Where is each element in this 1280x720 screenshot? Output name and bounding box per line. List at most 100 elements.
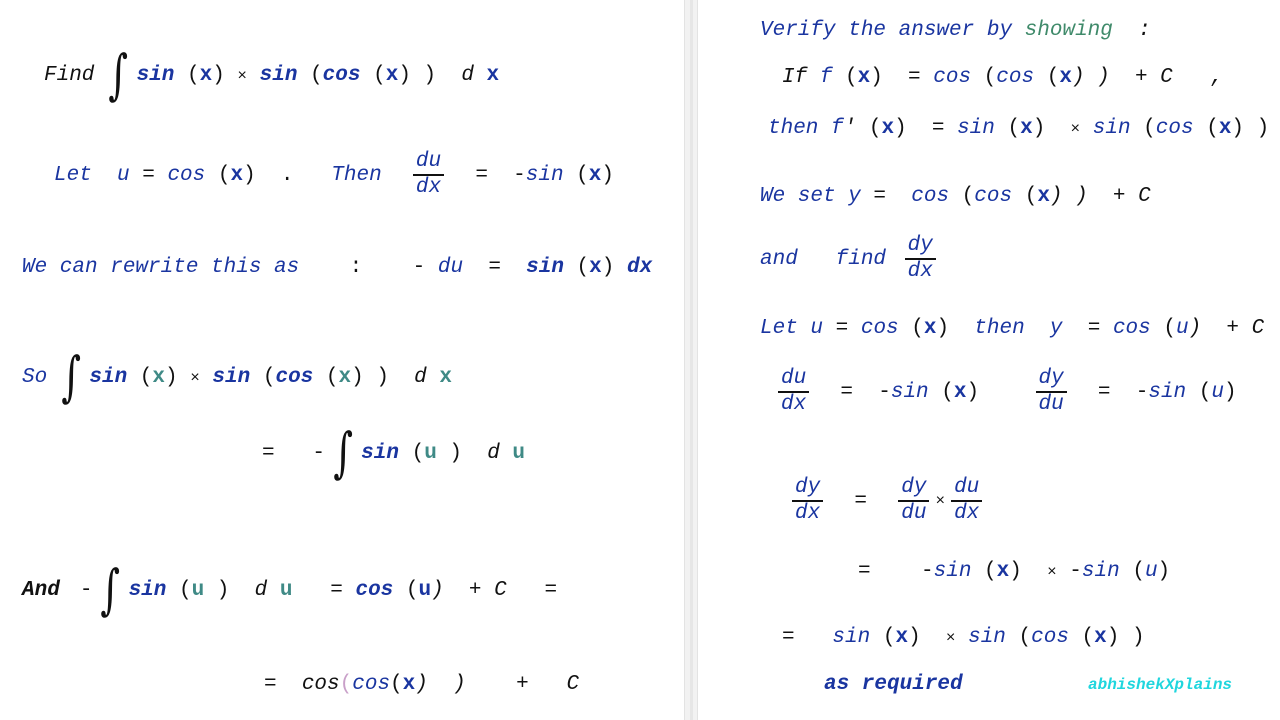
math-token: ( <box>949 185 975 208</box>
math-token: : <box>1112 19 1151 42</box>
math-token: x <box>1218 117 1232 140</box>
math-token: u <box>117 163 130 187</box>
math-token: cos <box>860 317 899 340</box>
set-y-expression: We set y = cos (cos (x) ) + C <box>760 186 1151 207</box>
math-token: ( <box>1130 117 1156 140</box>
math-token: × <box>1047 563 1057 581</box>
math-token: sin <box>957 117 995 140</box>
math-token: ( <box>205 163 231 187</box>
math-token: x <box>402 673 416 696</box>
math-token: ( <box>1193 117 1219 140</box>
math-token: ) <box>601 256 627 279</box>
math-token: sin <box>128 578 167 602</box>
if-expression: If f (x) = cos (cos (x) ) + C , <box>782 67 1223 88</box>
as-required-line: as required <box>824 674 963 695</box>
math-token: x <box>857 66 871 89</box>
let-u-line: Let u = cos (x) then y = cos (u) + C <box>760 318 1264 339</box>
math-token: ( <box>563 163 589 187</box>
math-token: u <box>810 317 824 340</box>
chain-rule-line: dy dx = dy du × du dx <box>786 476 988 526</box>
as-required-text: as required <box>824 673 963 696</box>
math-token: - <box>412 256 438 279</box>
math-token: ) <box>1009 560 1048 583</box>
math-token: ( <box>928 380 954 404</box>
minus-sign: - <box>79 578 93 602</box>
pane-divider[interactable] <box>684 0 698 720</box>
math-token: ( <box>994 117 1021 140</box>
math-token: cos <box>996 66 1035 89</box>
du-dx-fraction: du dx <box>951 476 983 526</box>
integrand-expression: sin (x) × sin (cos (x) ) d x <box>137 65 500 86</box>
math-token: d <box>414 365 427 389</box>
integral-sign-icon: ∫ <box>108 43 129 106</box>
math-token: cos <box>275 365 314 389</box>
math-token: ( <box>313 365 339 389</box>
math-token: x <box>338 365 352 389</box>
math-token: x <box>230 163 244 187</box>
math-token: ( <box>870 626 896 649</box>
math-token: cos <box>911 185 950 208</box>
dy-du-result: = -sin (u) <box>1073 382 1237 403</box>
then-line: then f' (x) = sin (x) × sin (cos (x) ) <box>768 118 1269 139</box>
math-token: sin <box>890 380 929 404</box>
math-token: sin <box>136 63 175 87</box>
math-token: ( <box>1150 317 1176 340</box>
integral-sign-icon: ∫ <box>333 421 353 484</box>
math-token: ) . <box>243 163 332 187</box>
math-token: then <box>768 117 832 140</box>
substitution-text: Let u = cos (x) . Then <box>54 165 407 186</box>
result-line: = cos(cos(x) ) + C <box>264 674 579 695</box>
derivative-result: = -sin (x) <box>450 165 614 186</box>
times-sign: × <box>935 492 946 511</box>
math-token: ) ) <box>351 365 415 389</box>
math-token: = <box>1062 317 1113 340</box>
math-token: ) ) + C <box>1049 185 1151 208</box>
math-token: sin <box>247 63 298 87</box>
math-token: ( <box>250 365 276 389</box>
product-expression: = -sin (x) × -sin (u) <box>858 561 1170 582</box>
math-token: ) <box>601 163 615 187</box>
math-token: cos <box>933 66 972 89</box>
math-token: sin <box>361 441 399 465</box>
math-token: ( <box>1005 626 1032 649</box>
fraction-numerator: du <box>954 476 980 499</box>
math-token: dx <box>626 256 653 279</box>
math-token: × <box>190 368 200 387</box>
math-token: x <box>589 256 602 279</box>
math-token: sin <box>933 560 972 583</box>
u-integrand: sin (u ) d u <box>361 443 525 464</box>
math-token: ( <box>1012 185 1038 208</box>
and-expression: sin (u ) d u = cos (u) + C = <box>129 580 558 601</box>
fraction-numerator: du <box>781 367 807 390</box>
find-integral-line: Find ∫ sin (x) × sin (cos (x) ) d x <box>44 48 499 102</box>
math-token: ( <box>971 560 997 583</box>
math-token: ) + C <box>1188 317 1265 340</box>
math-token: = - <box>858 560 934 583</box>
math-token: ) ) + C , <box>1071 66 1224 89</box>
final-line: = sin (x) × sin (cos (x) ) <box>782 627 1145 648</box>
math-token: ( <box>174 63 200 87</box>
math-token: ) <box>908 626 946 649</box>
math-token: cos <box>322 63 361 87</box>
derivatives-line: du dx = -sin (x) dy du = -sin (u) <box>772 367 1237 417</box>
verify-text: Verify the answer by showing : <box>760 20 1151 41</box>
math-token: f <box>831 117 844 140</box>
math-token: sin <box>955 626 1006 649</box>
math-token: ) + C = <box>431 578 558 602</box>
math-token: x <box>1094 626 1107 649</box>
fraction-denominator: dx <box>795 502 821 526</box>
equals-prefix: = - <box>262 441 326 465</box>
math-token: d <box>461 63 474 87</box>
math-token: ) = <box>894 117 958 140</box>
integral-sign-icon: ∫ <box>100 558 121 621</box>
math-token: cos <box>352 673 391 696</box>
math-token: We can rewrite this as <box>22 256 300 279</box>
substitution-line: Let u = cos (x) . Then du dx = -sin (x) <box>54 150 614 200</box>
math-token: x <box>426 365 452 389</box>
math-token: x <box>895 626 909 649</box>
fraction-denominator: dx <box>415 176 442 200</box>
math-token: u <box>267 578 293 602</box>
dy-dx-fraction: dy dx <box>792 476 824 526</box>
fraction-denominator: dx <box>781 393 807 417</box>
math-token: ) <box>165 365 191 389</box>
